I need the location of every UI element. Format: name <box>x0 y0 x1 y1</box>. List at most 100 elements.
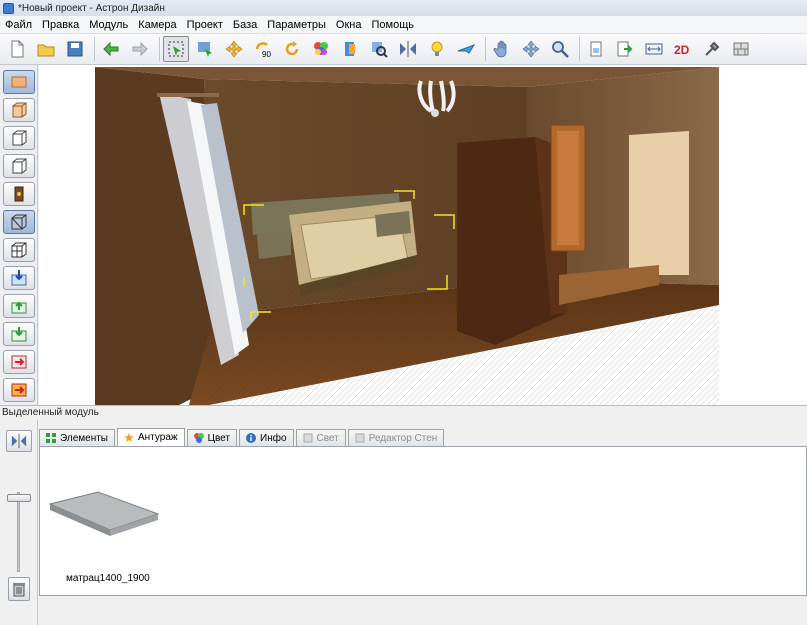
door-module-button[interactable] <box>337 36 363 62</box>
zoom-module-button[interactable] <box>366 36 392 62</box>
color-palette-button[interactable] <box>308 36 334 62</box>
fly-button[interactable] <box>453 36 479 62</box>
wall-button[interactable] <box>728 36 754 62</box>
app-window: *Новый проект - Астрон Дизайн Файл Правк… <box>0 0 807 625</box>
import-down-icon <box>11 270 27 286</box>
pan-button[interactable] <box>489 36 515 62</box>
box-dark-button[interactable] <box>3 182 35 206</box>
status-bar: Выделенный модуль <box>0 405 807 419</box>
mirror-icon <box>400 41 416 57</box>
move-select-icon <box>198 42 212 57</box>
move-cross-icon <box>522 40 540 58</box>
rotate-button[interactable] <box>279 36 305 62</box>
light-icon <box>303 433 312 443</box>
menu-edit[interactable]: Правка <box>37 19 84 31</box>
toolbar-separator <box>159 37 160 61</box>
star-icon <box>123 432 134 442</box>
wall-editor-icon <box>355 433 365 443</box>
tools-button[interactable] <box>699 36 725 62</box>
box-side-icon <box>12 158 27 174</box>
view-2d-label: 2D <box>674 43 690 57</box>
room-scene <box>95 67 719 405</box>
box-front-icon <box>12 102 27 118</box>
box-grid-button[interactable] <box>3 238 35 262</box>
trash-icon <box>13 583 25 597</box>
rotate-90-label: 90 <box>262 50 271 59</box>
import-down-button[interactable] <box>3 266 35 290</box>
import-green-button[interactable] <box>3 322 35 346</box>
floor-view-button[interactable] <box>3 70 35 94</box>
menu-parameters[interactable]: Параметры <box>262 19 331 31</box>
redo-icon <box>132 41 148 57</box>
view-2d-button[interactable]: 2D <box>670 36 696 62</box>
redo-button[interactable] <box>127 36 153 62</box>
tab-color[interactable]: Цвет <box>186 429 237 446</box>
open-folder-icon <box>37 44 55 57</box>
2d-view-icon: 2D <box>674 43 690 57</box>
box-front-button[interactable] <box>3 98 35 122</box>
toolbar-separator <box>485 37 486 61</box>
new-file-icon <box>11 40 24 58</box>
tab-elements-label: Элементы <box>60 432 108 444</box>
move-view-button[interactable] <box>518 36 544 62</box>
zoom-slider-thumb[interactable] <box>7 494 31 502</box>
menu-module[interactable]: Модуль <box>84 19 133 31</box>
3d-viewport[interactable] <box>39 65 807 405</box>
box-wire-button[interactable] <box>3 126 35 150</box>
width-icon <box>645 43 663 55</box>
tab-decor[interactable]: Антураж <box>116 428 185 446</box>
tab-info[interactable]: Инфо <box>239 429 294 446</box>
mirror-button[interactable] <box>395 36 421 62</box>
delete-button[interactable] <box>8 577 30 601</box>
wall-icon <box>733 42 749 56</box>
menu-camera[interactable]: Камера <box>133 19 181 31</box>
rotate-90-button[interactable]: 90 <box>250 36 276 62</box>
open-button[interactable] <box>33 36 59 62</box>
tab-light[interactable]: Свет <box>295 429 346 446</box>
move-select-button[interactable] <box>192 36 218 62</box>
airplane-icon <box>457 44 476 54</box>
mirror-module-button[interactable] <box>6 430 32 452</box>
panel-red-icon <box>11 383 27 397</box>
box-dark-icon <box>14 186 24 202</box>
export-button[interactable] <box>612 36 638 62</box>
save-icon <box>67 41 83 57</box>
box-perspective-button[interactable] <box>3 210 35 234</box>
zoom-button[interactable] <box>547 36 573 62</box>
box-side-button[interactable] <box>3 154 35 178</box>
box-grid-icon <box>11 242 27 258</box>
menu-project[interactable]: Проект <box>182 19 228 31</box>
color-icon <box>193 433 204 443</box>
title-bar: *Новый проект - Астрон Дизайн <box>0 0 807 16</box>
export-icon <box>617 41 633 57</box>
menu-base[interactable]: База <box>228 19 262 31</box>
move-arrows-icon <box>225 40 243 58</box>
tab-elements[interactable]: Элементы <box>39 429 115 446</box>
tab-wall-editor[interactable]: Редактор Стен <box>347 429 445 446</box>
doorway <box>550 124 586 252</box>
document-icon <box>590 41 602 57</box>
move-button[interactable] <box>221 36 247 62</box>
light-button[interactable] <box>424 36 450 62</box>
menu-file[interactable]: Файл <box>0 19 37 31</box>
zoom-icon <box>552 41 569 58</box>
select-frame-button[interactable] <box>163 36 189 62</box>
undo-button[interactable] <box>98 36 124 62</box>
status-text: Выделенный модуль <box>2 407 99 418</box>
zoom-slider-track[interactable] <box>17 492 20 572</box>
floor-view-icon <box>11 76 27 88</box>
floor-texture <box>189 280 719 405</box>
mattress-thumbnail[interactable] <box>44 484 164 544</box>
save-button[interactable] <box>62 36 88 62</box>
document-button[interactable] <box>583 36 609 62</box>
tab-wall-editor-label: Редактор Стен <box>368 432 438 444</box>
import-up-button[interactable] <box>3 294 35 318</box>
menu-windows[interactable]: Окна <box>331 19 367 31</box>
panel-red-button[interactable] <box>3 378 35 402</box>
new-file-button[interactable] <box>4 36 30 62</box>
export-red-button[interactable] <box>3 350 35 374</box>
import-up-icon <box>11 301 27 314</box>
menu-help[interactable]: Помощь <box>366 19 419 31</box>
toolbar-separator <box>579 37 580 61</box>
width-button[interactable] <box>641 36 667 62</box>
